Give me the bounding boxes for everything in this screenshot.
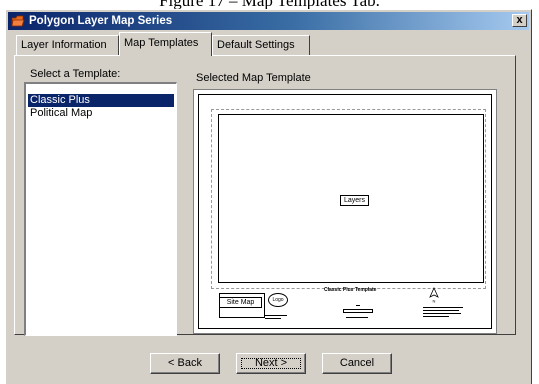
folder-icon <box>11 15 25 27</box>
preview-text-line <box>265 315 287 316</box>
template-preview: Layers Site Map Logo Classic Plus Templa… <box>193 89 497 334</box>
preview-text-line <box>423 313 461 314</box>
tab-map-templates[interactable]: Map Templates <box>119 32 212 56</box>
cancel-button[interactable]: Cancel <box>322 353 392 374</box>
tab-label: Default Settings <box>217 39 295 51</box>
preview-text-line <box>356 305 360 306</box>
tab-layer-information[interactable]: Layer Information <box>16 35 119 55</box>
close-button[interactable]: x <box>512 14 527 27</box>
preview-logo: Logo <box>268 293 288 307</box>
next-button[interactable]: Next > <box>236 353 306 374</box>
preview-text-line <box>265 318 281 319</box>
tab-label: Layer Information <box>21 39 107 51</box>
close-icon: x <box>516 14 523 26</box>
preview-text-line <box>346 317 368 318</box>
selected-template-label: Selected Map Template <box>196 72 311 84</box>
preview-scale-bar <box>343 309 373 313</box>
back-button[interactable]: < Back <box>150 353 220 374</box>
back-button-label: < Back <box>168 357 202 369</box>
preview-text-line <box>423 310 459 311</box>
preview-page: Layers Site Map Logo Classic Plus Templa… <box>198 94 492 329</box>
window-title: Polygon Layer Map Series <box>29 15 173 27</box>
select-template-label: Select a Template: <box>30 68 121 80</box>
cancel-button-label: Cancel <box>339 357 375 369</box>
tab-label: Map Templates <box>124 37 199 49</box>
title-bar: Polygon Layer Map Series x <box>8 12 529 30</box>
north-arrow-icon: N <box>429 287 439 303</box>
tab-default-settings[interactable]: Default Settings <box>212 35 310 55</box>
template-listbox[interactable]: Classic Plus Political Map <box>24 82 177 336</box>
preview-layers-box: Layers <box>340 195 369 206</box>
preview-template-title: Classic Plus Template <box>324 287 377 293</box>
preview-site-map-label: Site Map <box>219 297 262 308</box>
list-item-political-map[interactable]: Political Map <box>28 107 174 120</box>
preview-text-line <box>423 307 463 308</box>
preview-text-line <box>423 316 449 317</box>
focus-ring <box>241 358 301 369</box>
north-label: N <box>433 299 436 304</box>
list-item-classic-plus[interactable]: Classic Plus <box>28 94 174 107</box>
